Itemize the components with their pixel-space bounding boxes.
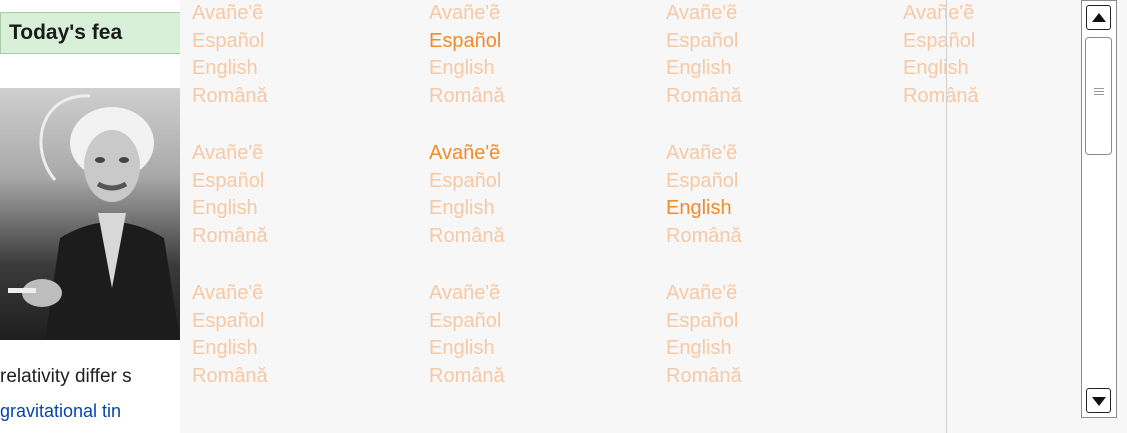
- language-option[interactable]: Español: [666, 308, 886, 336]
- language-option[interactable]: English: [192, 335, 412, 363]
- background-page: Today's fea relativity differ s gravitat…: [0, 0, 180, 433]
- language-group: Avañe'ẽ Español English Română: [192, 140, 412, 250]
- language-option[interactable]: Español: [192, 168, 412, 196]
- screen: Today's fea relativity differ s gravitat…: [0, 0, 1127, 433]
- language-option[interactable]: Español: [429, 168, 649, 196]
- language-option[interactable]: English: [192, 55, 412, 83]
- language-option[interactable]: Avañe'ẽ: [666, 280, 886, 308]
- scroll-thumb[interactable]: [1085, 37, 1112, 155]
- scroll-down-button[interactable]: [1086, 388, 1111, 413]
- language-option[interactable]: Avañe'ẽ: [429, 140, 649, 168]
- language-option[interactable]: English: [192, 195, 412, 223]
- language-option[interactable]: Română: [429, 83, 649, 111]
- vertical-scrollbar[interactable]: [1081, 0, 1117, 418]
- language-option[interactable]: Română: [192, 363, 412, 391]
- grip-lines-icon: [1094, 88, 1104, 100]
- language-option[interactable]: Español: [666, 28, 886, 56]
- language-select-popup: Avañe'ẽ Español English Română Avañe'ẽ Españo…: [180, 0, 1127, 433]
- language-option[interactable]: Español: [429, 28, 649, 56]
- language-group: Avañe'ẽ Español English Română: [429, 280, 649, 390]
- language-group: Avañe'ẽ Español English Română: [429, 0, 649, 110]
- portrait-illustration: [8, 94, 180, 340]
- triangle-up-icon: [1092, 13, 1106, 22]
- language-option[interactable]: Română: [666, 223, 886, 251]
- language-option[interactable]: Avañe'ẽ: [666, 0, 886, 28]
- scroll-up-button[interactable]: [1086, 5, 1111, 30]
- language-option[interactable]: Avañe'ẽ: [192, 280, 412, 308]
- language-option[interactable]: English: [666, 55, 886, 83]
- language-option[interactable]: Español: [192, 28, 412, 56]
- language-group: Avañe'ẽ Español English Română: [192, 280, 412, 390]
- language-group: Avañe'ẽ Español English Română: [666, 280, 886, 390]
- language-group: Avañe'ẽ Español English Română: [429, 140, 649, 250]
- language-option[interactable]: Română: [192, 83, 412, 111]
- language-option[interactable]: Avañe'ẽ: [429, 280, 649, 308]
- language-option[interactable]: Español: [666, 168, 886, 196]
- language-option[interactable]: English: [666, 335, 886, 363]
- window-edge-divider: [946, 0, 947, 433]
- language-option[interactable]: Español: [429, 308, 649, 336]
- language-group: Avañe'ẽ Español English Română: [666, 140, 886, 250]
- language-option[interactable]: Avañe'ẽ: [192, 140, 412, 168]
- language-group: Avañe'ẽ Español English Română: [666, 0, 886, 110]
- language-option[interactable]: Avañe'ẽ: [429, 0, 649, 28]
- language-option[interactable]: Avañe'ẽ: [192, 0, 412, 28]
- featured-article-title: Today's fea: [9, 21, 123, 44]
- language-option[interactable]: Română: [666, 363, 886, 391]
- language-option[interactable]: English: [429, 55, 649, 83]
- language-option[interactable]: English: [429, 335, 649, 363]
- featured-portrait-image[interactable]: [0, 88, 180, 340]
- language-option[interactable]: Română: [429, 363, 649, 391]
- article-summary-text: relativity differ s: [0, 366, 132, 387]
- language-option[interactable]: Avañe'ẽ: [666, 140, 886, 168]
- featured-article-header: Today's fea: [0, 12, 180, 54]
- language-option[interactable]: English: [429, 195, 649, 223]
- language-option[interactable]: Română: [429, 223, 649, 251]
- language-option[interactable]: English: [666, 195, 886, 223]
- language-list: Avañe'ẽ Español English Română Avañe'ẽ Españo…: [180, 0, 1080, 433]
- language-option[interactable]: Español: [192, 308, 412, 336]
- language-option[interactable]: Română: [192, 223, 412, 251]
- triangle-down-icon: [1092, 397, 1106, 406]
- language-group: Avañe'ẽ Español English Română: [192, 0, 412, 110]
- article-link[interactable]: gravitational tin: [0, 401, 121, 422]
- language-option[interactable]: Română: [666, 83, 886, 111]
